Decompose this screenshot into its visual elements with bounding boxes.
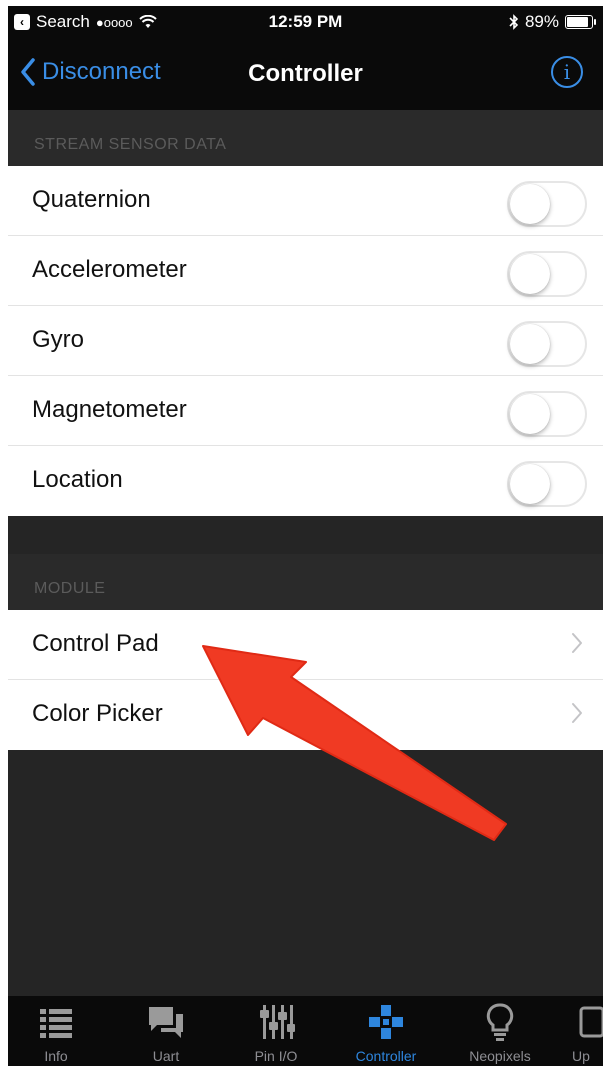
tab-update[interactable]: Up: [564, 996, 603, 1066]
tab-neopixels[interactable]: Neopixels: [452, 996, 548, 1066]
list-item-location: Location: [8, 446, 603, 516]
list-item-magnetometer: Magnetometer: [8, 376, 603, 446]
toggle-knob: [510, 324, 550, 364]
list-item-color-picker[interactable]: Color Picker: [8, 680, 603, 750]
sliders-icon: [260, 1005, 295, 1039]
tab-label: Up: [572, 1048, 590, 1064]
tab-bar: Info Uart Pin I/O Controller Neopixels U…: [8, 996, 603, 1066]
phone-screen: ‹ Search ●oooo 12:59 PM 89% Disconnect C…: [8, 6, 603, 1066]
list-item-gyro: Gyro: [8, 306, 603, 376]
info-icon[interactable]: i: [551, 56, 583, 88]
row-label: Accelerometer: [32, 256, 187, 283]
location-toggle[interactable]: [507, 461, 587, 507]
row-label: Magnetometer: [32, 396, 187, 423]
section-header-module: MODULE: [8, 554, 603, 610]
chevron-right-icon: [572, 633, 582, 653]
tab-label: Controller: [355, 1048, 417, 1064]
tab-label: Info: [44, 1048, 68, 1064]
quaternion-toggle[interactable]: [507, 181, 587, 227]
battery-percent: 89%: [524, 12, 559, 31]
toggle-knob: [510, 254, 550, 294]
section-header-stream: STREAM SENSOR DATA: [8, 110, 603, 166]
magnetometer-toggle[interactable]: [507, 391, 587, 437]
gyro-toggle[interactable]: [507, 321, 587, 367]
status-bar: ‹ Search ●oooo 12:59 PM 89%: [8, 6, 603, 38]
tab-label: Neopixels: [469, 1048, 531, 1064]
update-icon: [579, 1006, 603, 1038]
tab-info[interactable]: Info: [8, 996, 104, 1066]
list-item-quaternion: Quaternion: [8, 166, 603, 236]
chevron-right-icon: [572, 703, 582, 723]
accelerometer-toggle[interactable]: [507, 251, 587, 297]
chevron-left-icon: [21, 58, 35, 86]
status-right: 89%: [509, 12, 596, 32]
stream-sensor-list: Quaternion Accelerometer Gyro Magnetomet…: [8, 166, 603, 516]
module-list: Control Pad Color Picker: [8, 610, 603, 750]
disconnect-button[interactable]: Disconnect: [20, 58, 161, 86]
bluetooth-icon: [509, 14, 519, 30]
toggle-knob: [510, 394, 550, 434]
toggle-knob: [510, 184, 550, 224]
toggle-knob: [510, 464, 550, 504]
tab-pin-io[interactable]: Pin I/O: [228, 996, 324, 1066]
row-label: Location: [32, 466, 123, 493]
list-item-control-pad[interactable]: Control Pad: [8, 610, 603, 680]
gamepad-icon: [369, 1005, 403, 1039]
list-icon: [40, 1009, 72, 1038]
row-label: Color Picker: [32, 700, 163, 727]
list-item-accelerometer: Accelerometer: [8, 236, 603, 306]
navigation-bar: Disconnect Controller i: [8, 38, 603, 110]
tab-uart[interactable]: Uart: [118, 996, 214, 1066]
disconnect-label: Disconnect: [42, 58, 161, 85]
row-label: Gyro: [32, 326, 85, 353]
row-label: Quaternion: [32, 186, 151, 213]
battery-icon: [565, 15, 596, 29]
lightbulb-icon: [486, 1003, 514, 1041]
tab-controller[interactable]: Controller: [338, 996, 434, 1066]
tab-label: Uart: [152, 1048, 180, 1064]
tab-label: Pin I/O: [254, 1048, 298, 1064]
chat-bubbles-icon: [149, 1007, 183, 1038]
row-label: Control Pad: [32, 630, 159, 657]
